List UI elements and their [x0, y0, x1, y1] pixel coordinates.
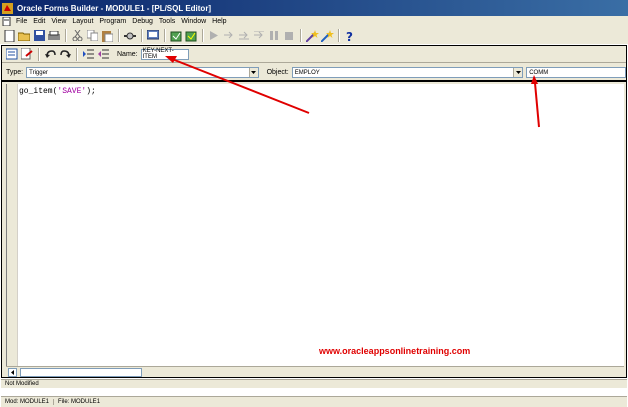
menu-tools[interactable]: Tools: [156, 18, 178, 25]
code-string-literal: 'SAVE': [57, 87, 87, 96]
code-editor[interactable]: go_item('SAVE'); www.oracleappsonlinetra…: [6, 84, 624, 366]
code-suffix: );: [86, 87, 96, 96]
svg-text:?: ?: [346, 30, 353, 42]
menu-bar: File Edit View Layout Program Debug Tool…: [0, 16, 628, 27]
watermark-url: www.oracleappsonlinetraining.com: [319, 346, 471, 356]
plsql-editor-window: Name: KEY-NEXT-ITEM Type: Trigger Object…: [1, 45, 627, 378]
compile-icon[interactable]: [169, 29, 183, 43]
chevron-down-icon[interactable]: [513, 68, 523, 77]
toolbar-separator: [300, 29, 302, 42]
toolbar-separator: [65, 29, 67, 42]
toolbar-separator: [38, 47, 40, 61]
file-status: File: MODULE1: [58, 399, 101, 405]
status-bar-message: Not Modified: [1, 379, 627, 388]
trigger-name-field[interactable]: KEY-NEXT-ITEM: [140, 48, 189, 60]
menu-view[interactable]: View: [48, 18, 69, 25]
type-label: Type:: [6, 69, 24, 76]
scroll-thumb[interactable]: [20, 368, 142, 377]
unindent-icon[interactable]: [96, 47, 110, 61]
type-select[interactable]: Trigger: [26, 67, 259, 78]
scroll-left-icon[interactable]: [8, 367, 17, 377]
code-call: go_item(: [19, 87, 58, 96]
undo-icon[interactable]: [43, 47, 57, 61]
new-icon[interactable]: [2, 29, 16, 43]
item-value: COMM: [529, 69, 549, 76]
horizontal-scrollbar[interactable]: [6, 366, 624, 377]
menu-edit[interactable]: Edit: [30, 18, 48, 25]
stop-icon[interactable]: [282, 29, 296, 43]
indent-icon[interactable]: [81, 47, 95, 61]
print-icon[interactable]: [47, 29, 61, 43]
compile-pu-icon[interactable]: [5, 47, 19, 61]
save-icon[interactable]: [32, 29, 46, 43]
window-title: Oracle Forms Builder - MODULE1 - [PL/SQL…: [17, 3, 212, 13]
code-line[interactable]: go_item('SAVE');: [19, 87, 96, 96]
menu-file[interactable]: File: [13, 18, 30, 25]
modified-status: Not Modified: [5, 381, 39, 387]
chevron-down-icon[interactable]: [248, 68, 258, 77]
oracle-forms-icon: [2, 2, 13, 14]
toolbar-separator: [202, 29, 204, 42]
menu-window[interactable]: Window: [178, 18, 209, 25]
menu-program[interactable]: Program: [96, 18, 129, 25]
wizard-icon[interactable]: [305, 29, 319, 43]
compile-all-icon[interactable]: [184, 29, 198, 43]
help-icon[interactable]: ?: [343, 29, 357, 43]
object-value: EMPLOY: [294, 69, 320, 76]
type-value: Trigger: [29, 69, 48, 76]
menu-debug[interactable]: Debug: [129, 18, 156, 25]
type-object-bar: Type: Trigger Object: EMPLOY COMM: [2, 65, 626, 82]
editor-gutter: [7, 84, 18, 366]
title-bar: Oracle Forms Builder - MODULE1 - [PL/SQL…: [0, 0, 628, 16]
step-into-icon[interactable]: [222, 29, 236, 43]
object-select[interactable]: EMPLOY: [291, 67, 524, 78]
debug-run-icon[interactable]: [207, 29, 221, 43]
redo-icon[interactable]: [58, 47, 72, 61]
object-label: Object:: [266, 69, 289, 76]
cut-icon[interactable]: [70, 29, 84, 43]
pause-icon[interactable]: [267, 29, 281, 43]
status-bar-module: Mod: MODULE1 File: MODULE1: [1, 396, 627, 407]
menu-help[interactable]: Help: [209, 18, 229, 25]
name-label: Name:: [117, 50, 138, 58]
editor-toolbar: Name: KEY-NEXT-ITEM: [2, 46, 626, 63]
main-toolbar: ?: [0, 27, 628, 44]
run-form-icon[interactable]: [146, 29, 160, 43]
toolbar-separator: [118, 29, 120, 42]
module-status: Mod: MODULE1: [5, 399, 55, 405]
layout-wizard-icon[interactable]: [320, 29, 334, 43]
toolbar-separator: [141, 29, 143, 42]
revert-icon[interactable]: [20, 47, 34, 61]
document-icon[interactable]: [2, 16, 11, 27]
copy-icon[interactable]: [85, 29, 99, 43]
toolbar-separator: [338, 29, 340, 42]
toolbar-separator: [76, 47, 78, 61]
step-over-icon[interactable]: [237, 29, 251, 43]
step-out-icon[interactable]: [252, 29, 266, 43]
paste-icon[interactable]: [100, 29, 114, 43]
connect-icon[interactable]: [123, 29, 137, 43]
item-select[interactable]: COMM: [526, 67, 626, 78]
menu-layout[interactable]: Layout: [69, 18, 96, 25]
toolbar-separator: [164, 29, 166, 42]
open-icon[interactable]: [17, 29, 31, 43]
